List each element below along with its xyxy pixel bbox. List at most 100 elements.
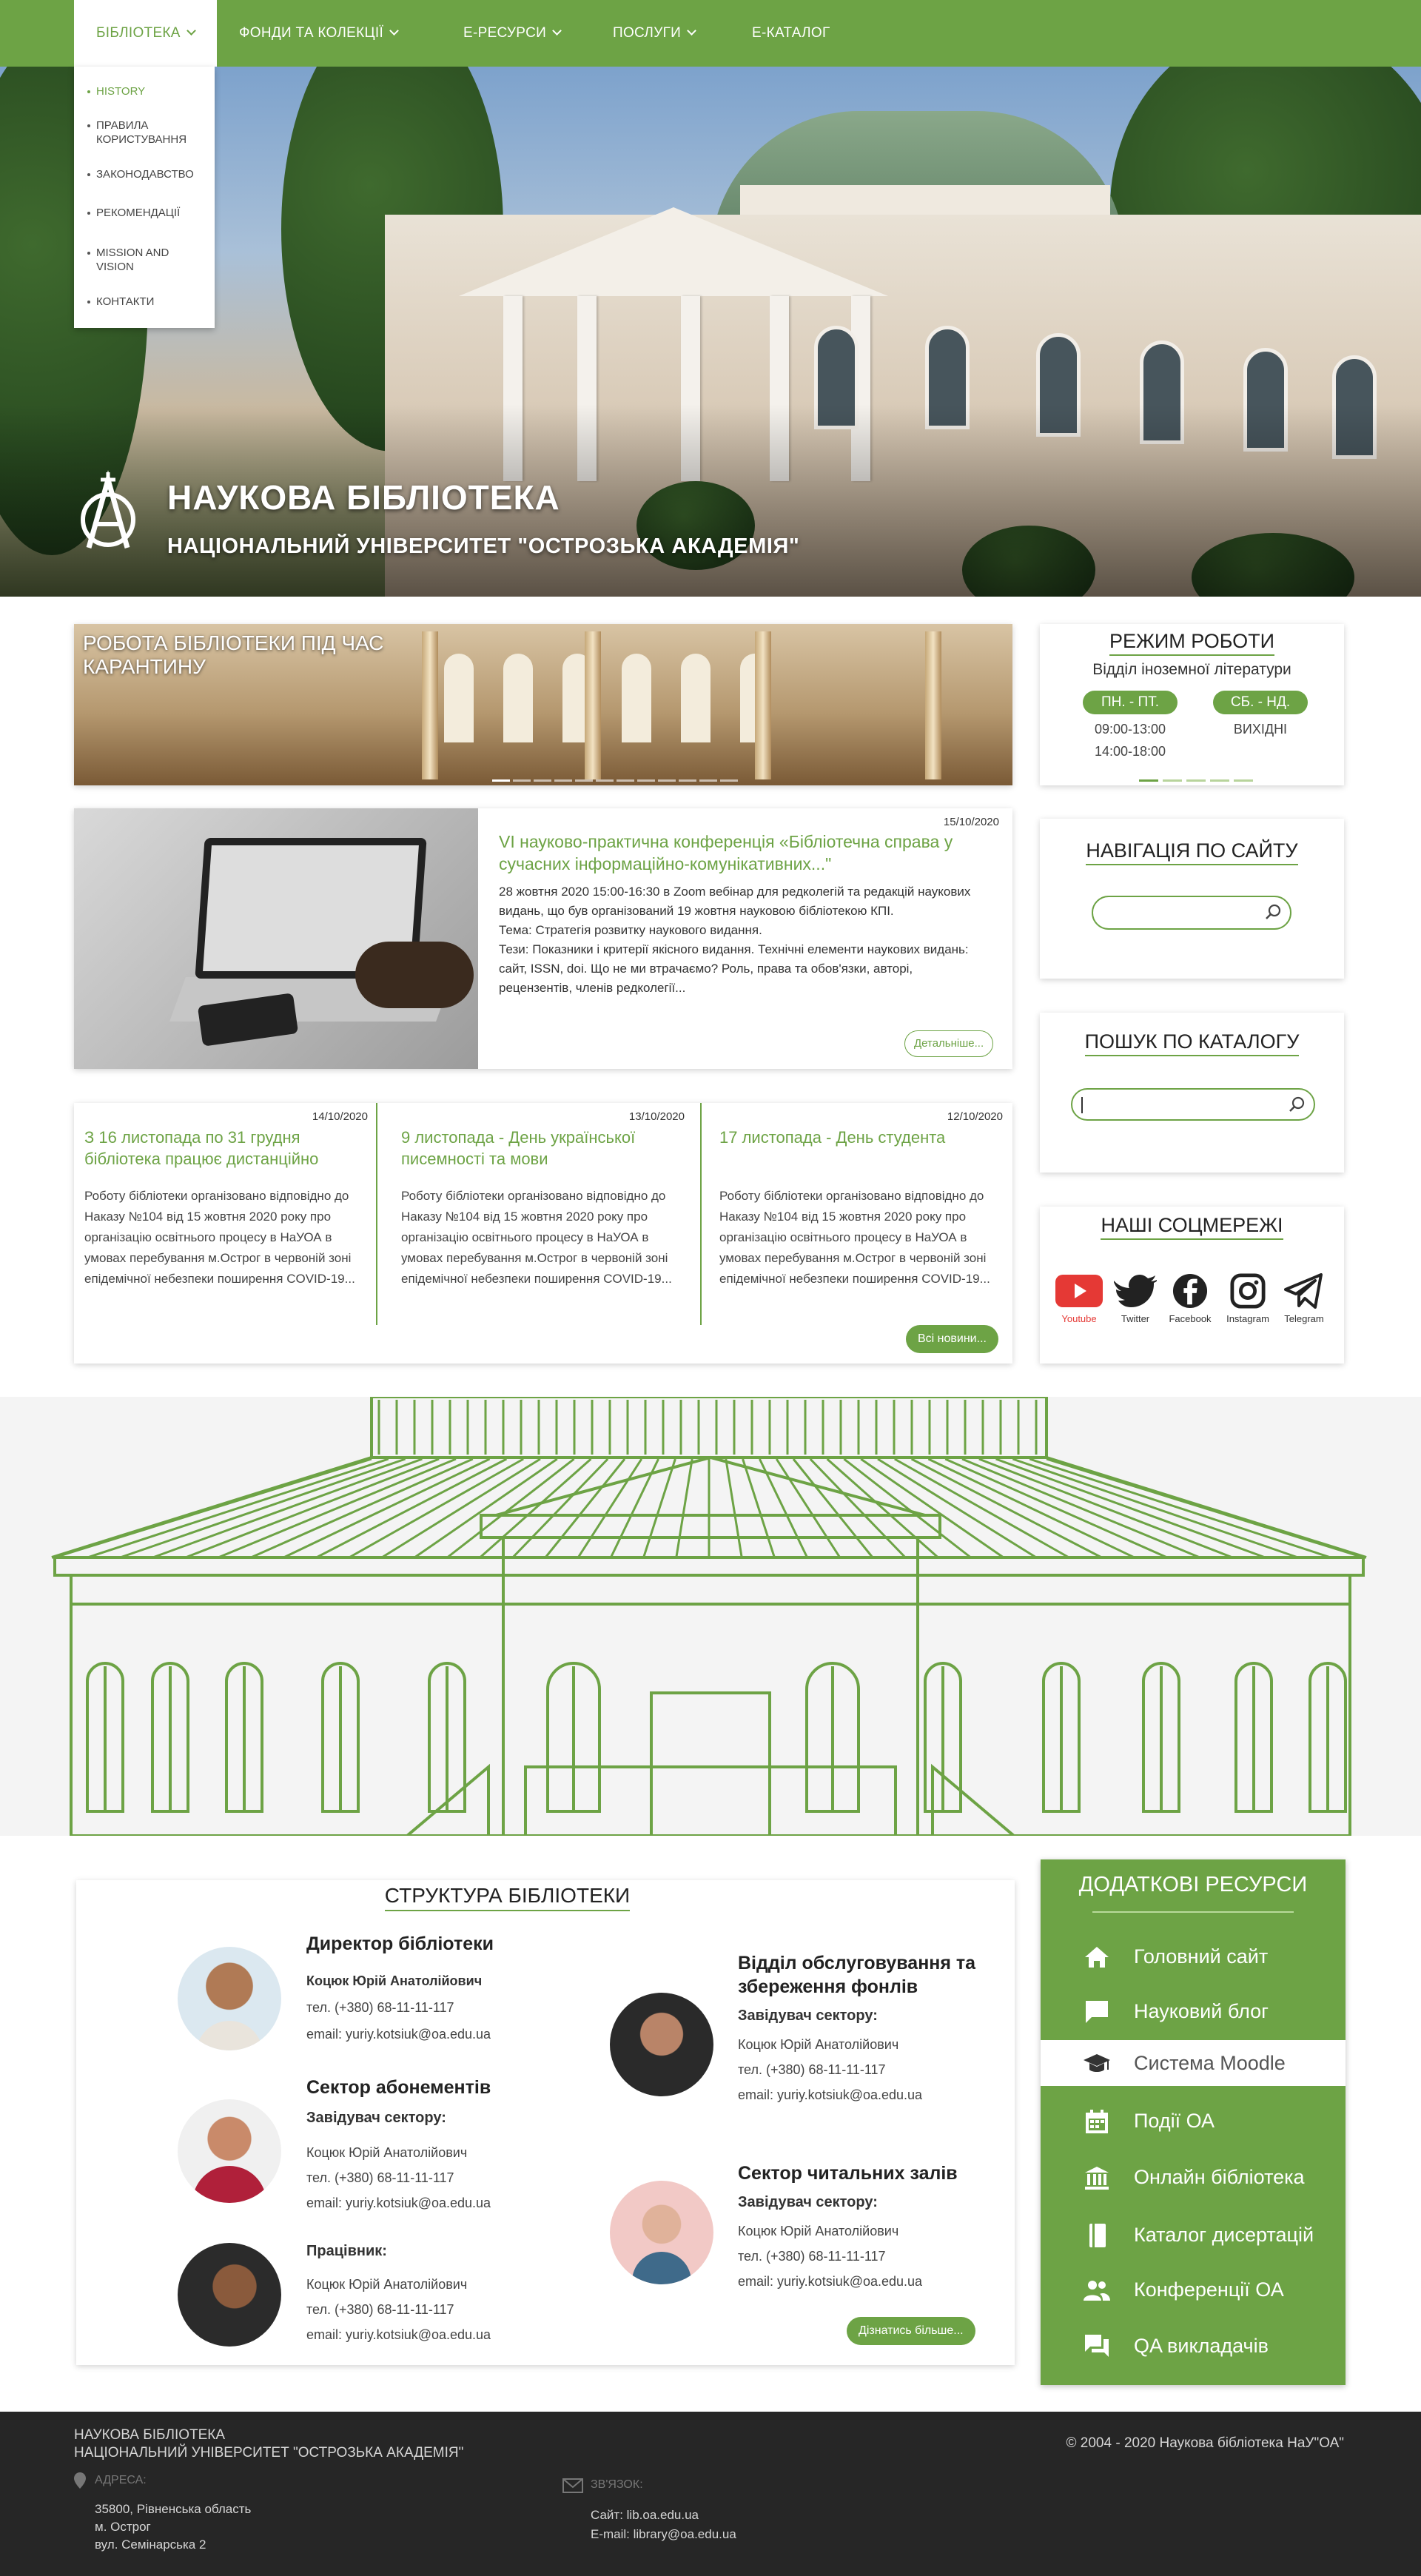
slider-dot[interactable] [637, 779, 655, 782]
resource-label: QA викладачів [1134, 2335, 1269, 2357]
nav-item-services[interactable]: ПОСЛУГИ [613, 0, 696, 67]
resource-link-blog[interactable]: Науковий блог [1041, 1988, 1346, 2034]
slider-dot[interactable] [699, 779, 717, 782]
slider-pagination[interactable] [492, 772, 741, 782]
weekdays-badge: ПН. - ПТ. [1083, 691, 1178, 714]
weekend-badge: СБ. - НД. [1213, 691, 1308, 714]
footer-line-2: НАЦІОНАЛЬНИЙ УНІВЕРСИТЕТ "ОСТРОЗЬКА АКАД… [74, 2445, 464, 2461]
search-icon[interactable] [1265, 904, 1281, 920]
resource-link-online-library[interactable]: Онлайн бібліотека [1041, 2154, 1346, 2200]
group-icon [1084, 2281, 1110, 2301]
all-news-button[interactable]: Всі новини... [906, 1325, 998, 1353]
person-phone: тел. (+380) 68-11-11-117 [306, 2170, 454, 2185]
nav-label: Е-РЕСУРСИ [463, 25, 547, 41]
slider-dot[interactable] [554, 779, 572, 782]
resource-label: Система Moodle [1134, 2052, 1286, 2074]
slider-dot[interactable] [534, 779, 551, 782]
envelope-icon [562, 2478, 583, 2493]
person-heading: Сектор читальних залів [738, 2163, 958, 2184]
chevron-down-icon [687, 26, 696, 36]
dropdown-item-recommendations[interactable]: РЕКОМЕНДАЦІЇ [87, 206, 209, 220]
resource-label: Каталог дисертацій [1134, 2224, 1314, 2246]
slider-dot[interactable] [658, 779, 676, 782]
chevron-down-icon [552, 26, 562, 36]
slider-dot[interactable] [596, 779, 614, 782]
resource-link-moodle[interactable]: Система Moodle [1041, 2040, 1346, 2086]
person-phone: тел. (+380) 68-11-11-117 [738, 2249, 886, 2264]
footer-email-link[interactable]: E-mail: library@oa.edu.ua [591, 2526, 736, 2543]
avatar [610, 1993, 713, 2096]
slider-dot[interactable] [679, 779, 696, 782]
quarantine-slider[interactable]: РОБОТА БІБЛІОТЕКИ ПІД ЧАС КАРАНТИНУ [74, 624, 1012, 785]
weekend-hours: ВИХІДНІ [1233, 722, 1288, 737]
dropdown-item-history[interactable]: HISTORY [87, 84, 209, 98]
divider [1092, 1911, 1294, 1913]
resource-link-conferences[interactable]: Конференції ОА [1041, 2267, 1346, 2312]
resource-link-dissertations[interactable]: Каталог дисертацій [1041, 2212, 1346, 2258]
dropdown-item-mission[interactable]: MISSION AND VISION [87, 246, 209, 274]
slider-dot[interactable] [720, 779, 738, 782]
nav-item-e-catalog[interactable]: Е-КАТАЛОГ [752, 0, 830, 67]
person-email[interactable]: email: yuriy.kotsiuk@oa.edu.ua [306, 2327, 491, 2343]
person-email[interactable]: email: yuriy.kotsiuk@oa.edu.ua [306, 2196, 491, 2211]
resource-link-main-site[interactable]: Головний сайт [1041, 1933, 1346, 1979]
nav-item-e-resources[interactable]: Е-РЕСУРСИ [463, 0, 562, 67]
twitter-icon [1114, 1275, 1157, 1307]
copyright: © 2004 - 2020 Наукова бібліотека НаУ"ОА" [1066, 2435, 1344, 2451]
person-heading: Директор бібліотеки [306, 1933, 494, 1954]
slider-dot[interactable] [492, 779, 510, 782]
university-logo [81, 470, 135, 549]
footer-site-link[interactable]: Сайт: lib.oa.edu.ua [591, 2506, 699, 2524]
site-search-input[interactable] [1092, 896, 1291, 930]
news-date: 12/10/2020 [947, 1110, 1003, 1123]
resource-label: Події ОА [1134, 2110, 1215, 2132]
slider-dot[interactable] [513, 779, 531, 782]
telegram-icon [1284, 1273, 1323, 1309]
learn-more-button[interactable]: Дізнатись більше... [847, 2317, 975, 2345]
building-line-illustration [0, 1397, 1421, 1836]
news-title-link[interactable]: VI науково-практична конференція «Бібліо… [499, 831, 980, 875]
chevron-down-icon [186, 26, 196, 36]
department-name: Відділ іноземної літератури [1092, 661, 1291, 678]
schedule-widget: РЕЖИМ РОБОТИ Відділ іноземної літератури… [1040, 624, 1344, 785]
resource-link-qa[interactable]: QA викладачів [1041, 2323, 1346, 2369]
social-link-facebook[interactable]: Facebook [1160, 1273, 1220, 1324]
person-name: Коцюк Юрій Анатолійович [306, 2277, 468, 2292]
person-phone: тел. (+380) 68-11-11-117 [306, 2302, 454, 2317]
news-title-link[interactable]: З 16 листопада по 31 грудня бібліотека п… [84, 1127, 369, 1170]
search-icon[interactable] [1289, 1096, 1305, 1113]
nav-item-collections[interactable]: ФОНДИ ТА КОЛЕКЦІЇ [239, 0, 399, 67]
dropdown-item-legislation[interactable]: ЗАКОНОДАВСТВО [87, 167, 209, 181]
social-link-youtube[interactable]: Youtube [1049, 1273, 1109, 1324]
nav-item-library[interactable]: БІБЛІОТЕКА [74, 0, 217, 67]
divider [700, 1103, 702, 1325]
news-title-link[interactable]: 17 листопада - День студента [719, 1127, 1004, 1148]
news-title-link[interactable]: 9 листопада - День української писемност… [401, 1127, 686, 1170]
social-link-instagram[interactable]: Instagram [1218, 1273, 1277, 1324]
catalog-search-input[interactable] [1071, 1088, 1315, 1121]
slider-dot[interactable] [575, 779, 593, 782]
schedule-pagination[interactable] [1139, 772, 1253, 782]
social-link-twitter[interactable]: Twitter [1106, 1273, 1165, 1324]
person-name: Коцюк Юрій Анатолійович [306, 1973, 483, 1988]
weekday-hours-morning: 09:00-13:00 [1094, 722, 1166, 737]
social-label: Facebook [1169, 1313, 1212, 1324]
resource-link-events[interactable]: Події ОА [1041, 2098, 1346, 2144]
social-link-telegram[interactable]: Telegram [1274, 1273, 1334, 1324]
person-email[interactable]: email: yuriy.kotsiuk@oa.edu.ua [738, 2274, 922, 2290]
read-more-button[interactable]: Детальніше... [904, 1030, 994, 1057]
news-excerpt: 28 жовтня 2020 15:00-16:30 в Zoom вебіна… [499, 885, 971, 995]
person-email[interactable]: email: yuriy.kotsiuk@oa.edu.ua [306, 2027, 491, 2042]
person-role: Завідувач сектору: [306, 2110, 446, 2126]
person-email[interactable]: email: yuriy.kotsiuk@oa.edu.ua [738, 2087, 922, 2103]
social-label: Youtube [1061, 1313, 1097, 1324]
slider-dot[interactable] [617, 779, 634, 782]
hero-subtitle: НАЦІОНАЛЬНИЙ УНІВЕРСИТЕТ "ОСТРОЗЬКА АКАД… [167, 534, 800, 558]
news-list: 14/10/2020 З 16 листопада по 31 грудня б… [74, 1103, 1012, 1364]
dropdown-item-rules[interactable]: ПРАВИЛА КОРИСТУВАННЯ [87, 118, 209, 147]
social-label: Twitter [1121, 1313, 1150, 1324]
avatar [178, 1947, 281, 2050]
news-item: 13/10/2020 9 листопада - День українсько… [391, 1103, 698, 1364]
hero-title: НАУКОВА БІБЛІОТЕКА [167, 478, 560, 517]
dropdown-item-contacts[interactable]: КОНТАКТИ [87, 295, 209, 309]
